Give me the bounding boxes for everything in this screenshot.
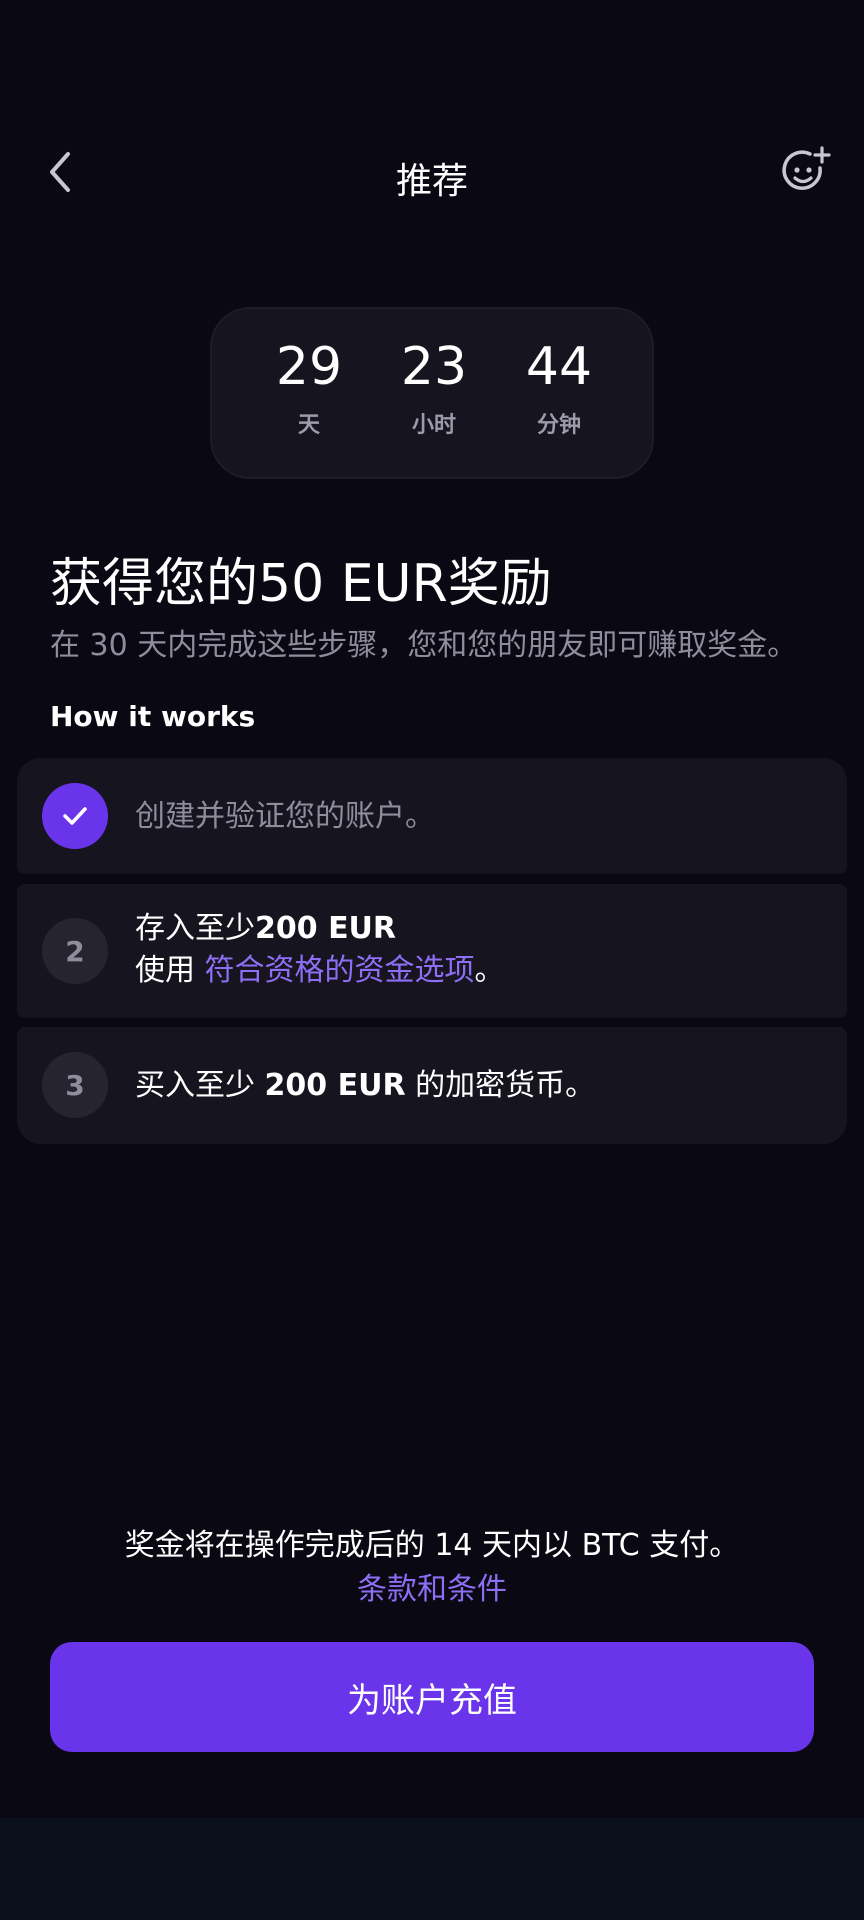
step-2-badge: 2 — [42, 918, 108, 984]
payout-note: 奖金将在操作完成后的 14 天内以 BTC 支付。 — [124, 1528, 740, 1563]
step-1-badge — [42, 783, 108, 849]
step-3-text: 买入至少 200 EUR 的加密货币。 — [135, 1065, 595, 1107]
top-bar: 推荐 — [0, 140, 864, 204]
countdown-days: 29 天 — [239, 337, 379, 439]
step-3-suffix: 的加密货币。 — [405, 1068, 596, 1103]
countdown-hours-label: 小时 — [411, 413, 456, 438]
countdown-minutes-value: 44 — [525, 337, 593, 397]
step-3-amount: 200 EUR — [264, 1068, 406, 1103]
countdown-days-label: 天 — [297, 413, 320, 438]
countdown-days-value: 29 — [275, 337, 343, 397]
eligible-funding-options-link[interactable]: 符合资格的资金选项 — [205, 953, 475, 988]
countdown-timer: 29 天 23 小时 44 分钟 — [210, 307, 654, 479]
step-3-badge: 3 — [42, 1052, 108, 1118]
step-2-prefix: 存入至少 — [135, 911, 255, 946]
countdown-minutes-label: 分钟 — [536, 413, 581, 438]
countdown-minutes: 44 分钟 — [489, 337, 629, 439]
step-2-line-1: 存入至少200 EUR — [135, 908, 505, 950]
step-3-prefix: 买入至少 — [135, 1068, 265, 1103]
step-1-card: 创建并验证您的账户。 — [17, 758, 847, 874]
terms-link[interactable]: 条款和条件 — [0, 1568, 864, 1612]
smiley-plus-icon — [782, 146, 831, 190]
top-up-account-button[interactable]: 为账户充值 — [50, 1642, 814, 1752]
step-2-amount: 200 EUR — [255, 911, 397, 946]
reward-subline: 在 30 天内完成这些步骤，您和您的朋友即可赚取奖金。 — [50, 628, 798, 663]
step-2-line-2-suffix: 。 — [474, 953, 505, 988]
step-1-text: 创建并验证您的账户。 — [135, 799, 435, 834]
checkmark-icon — [63, 807, 87, 825]
reward-headline: 获得您的50 EUR奖励 — [50, 554, 552, 614]
invite-friend-button[interactable] — [778, 144, 834, 200]
step-2-line-2: 使用 符合资格的资金选项。 — [135, 950, 505, 992]
how-it-works-title: How it works — [50, 700, 256, 733]
step-2-card: 2 存入至少200 EUR 使用 符合资格的资金选项。 — [17, 884, 847, 1018]
step-2-line-2-prefix: 使用 — [135, 953, 205, 988]
step-3-card: 3 买入至少 200 EUR 的加密货币。 — [17, 1027, 847, 1144]
countdown-hours-value: 23 — [400, 337, 468, 397]
system-navigation-bar — [0, 1818, 864, 1920]
countdown-hours: 23 小时 — [364, 337, 504, 439]
step-2-text: 存入至少200 EUR 使用 符合资格的资金选项。 — [135, 908, 505, 992]
page-title: 推荐 — [395, 161, 468, 202]
